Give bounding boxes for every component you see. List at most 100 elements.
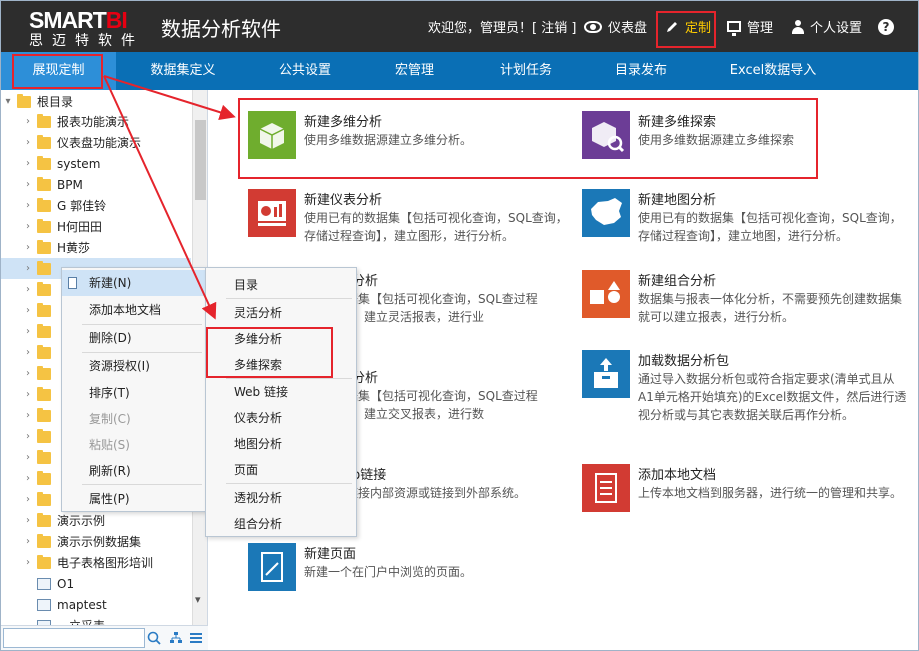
page-icon bbox=[248, 543, 296, 591]
dashboard-link[interactable]: 仪表盘 bbox=[584, 1, 647, 52]
tree-item[interactable]: › bbox=[23, 447, 57, 468]
tree-search-input[interactable] bbox=[3, 628, 145, 648]
tree-item-label: …立采表 bbox=[57, 617, 105, 625]
tree-item[interactable]: › 演示示例 bbox=[23, 510, 105, 531]
submenu-gauge[interactable]: 仪表分析 bbox=[206, 405, 356, 431]
submenu-directory[interactable]: 目录 bbox=[206, 272, 356, 298]
expand-icon: › bbox=[26, 221, 30, 232]
submenu-pivot[interactable]: 透视分析 bbox=[206, 485, 356, 511]
menu-properties[interactable]: 属性(P) bbox=[62, 486, 206, 512]
list-view-icon[interactable] bbox=[189, 631, 203, 645]
card-add-local-doc[interactable]: 添加本地文档 上传本地文档到服务器，进行统一的管理和共享。 bbox=[582, 464, 902, 519]
tab-excel-import[interactable]: Excel数据导入 bbox=[713, 52, 833, 90]
menu-add-local-doc[interactable]: 添加本地文档 bbox=[62, 297, 206, 323]
tree-root-label: 根目录 bbox=[37, 95, 74, 109]
submenu-map[interactable]: 地图分析 bbox=[206, 431, 356, 457]
tree-item[interactable]: › 电子表格图形培训 bbox=[23, 552, 153, 573]
card-new-olap[interactable]: 新建多维分析 使用多维数据源建立多维分析。 bbox=[248, 111, 568, 171]
card-new-page[interactable]: 新建页面 新建一个在门户中浏览的页面。 bbox=[248, 543, 568, 593]
tree-item[interactable]: › bbox=[23, 279, 57, 300]
folder-icon bbox=[37, 323, 51, 338]
card-new-combo[interactable]: 新建组合分析 数据集与报表一体化分析，不需要预先创建数据集就可以建立报表，进行分… bbox=[582, 270, 902, 324]
card-title: 新建多维分析 bbox=[304, 115, 383, 130]
menu-authorize[interactable]: 资源授权(I) bbox=[62, 353, 206, 379]
tab-macro[interactable]: 宏管理 bbox=[367, 52, 462, 90]
menu-sort[interactable]: 排序(T) bbox=[62, 380, 206, 406]
folder-icon bbox=[37, 386, 51, 401]
tree-item[interactable]: › bbox=[23, 321, 57, 342]
tree-item-label: 演示示例 bbox=[57, 514, 106, 528]
tab-catalog-publish[interactable]: 目录发布 bbox=[591, 52, 691, 90]
tab-public-settings[interactable]: 公共设置 bbox=[251, 52, 359, 90]
tree-item-label: BPM bbox=[57, 177, 83, 192]
card-load-package[interactable]: 加载数据分析包 通过导入数据分析包或符合指定要求(清单式且从A1单元格开始填充)… bbox=[582, 350, 906, 435]
tree-item[interactable]: › bbox=[23, 426, 57, 447]
tree-item[interactable]: › bbox=[23, 405, 57, 426]
tab-highlight bbox=[12, 54, 103, 89]
submenu-flex-analysis[interactable]: 灵活分析 bbox=[206, 300, 356, 326]
expand-icon: › bbox=[26, 263, 30, 274]
card-desc: 上传本地文档到服务器，进行统一的管理和共享。 bbox=[638, 486, 903, 500]
tree-item[interactable]: › system bbox=[23, 153, 100, 174]
logo-subtitle: 思迈特软件 bbox=[29, 33, 144, 49]
tree-item[interactable]: › bbox=[23, 489, 57, 510]
tree-item-map[interactable]: maptest bbox=[33, 594, 107, 615]
tab-schedule[interactable]: 计划任务 bbox=[476, 52, 576, 90]
folder-icon bbox=[37, 365, 51, 380]
eye-icon bbox=[584, 20, 602, 33]
tree-item[interactable]: › G 郭佳铃 bbox=[23, 195, 106, 216]
card-new-flex[interactable]: 分析 的数据集【包括可视化查询，SQL查过程查询】，建立灵活报表，进行业 bbox=[322, 270, 562, 324]
submenu-web-link[interactable]: Web 链接 bbox=[206, 379, 356, 405]
tree-item[interactable]: › bbox=[23, 363, 57, 384]
submenu-page[interactable]: 页面 bbox=[206, 457, 356, 483]
tree-structure-icon[interactable] bbox=[169, 631, 183, 645]
manage-label: 管理 bbox=[747, 21, 774, 36]
card-new-map[interactable]: 新建地图分析 使用已有的数据集【包括可视化查询，SQL查询，存储过程查询】，建立… bbox=[582, 189, 902, 243]
help-button[interactable]: ? bbox=[878, 1, 894, 52]
tree-item-report[interactable]: O1 bbox=[33, 573, 74, 594]
expand-icon: › bbox=[26, 410, 30, 421]
submenu-combo[interactable]: 组合分析 bbox=[206, 511, 356, 537]
menu-refresh[interactable]: 刷新(R) bbox=[62, 458, 206, 484]
scroll-thumb[interactable] bbox=[195, 120, 206, 200]
app-title: 数据分析软件 bbox=[161, 17, 281, 41]
chevron-down-icon[interactable]: ▾ bbox=[195, 593, 201, 606]
personal-settings-link[interactable]: 个人设置 bbox=[792, 1, 862, 52]
tree-item[interactable]: › bbox=[23, 342, 57, 363]
tree-root[interactable]: ▾ 根目录 bbox=[3, 91, 73, 112]
tree-item[interactable]: › bbox=[23, 300, 57, 321]
card-new-gauge[interactable]: 新建仪表分析 使用已有的数据集【包括可视化查询，SQL查询，存储过程查询】，建立… bbox=[248, 189, 568, 243]
card-new-web-link[interactable]: b链接 可链接内部资源或链接到外部系统。 bbox=[334, 464, 570, 504]
card-new-explore[interactable]: 新建多维探索 使用多维数据源建立多维探索 bbox=[582, 111, 902, 171]
card-desc: 使用多维数据源建立多维探索 bbox=[638, 133, 795, 147]
tree-item[interactable]: › 报表功能演示 bbox=[23, 111, 129, 132]
expand-icon: › bbox=[26, 515, 30, 526]
tree-item[interactable]: › 仪表盘功能演示 bbox=[23, 132, 141, 153]
menu-copy[interactable]: 复制(C) bbox=[62, 406, 206, 432]
card-new-cross[interactable]: 分析 的数据集【包括可视化查询，SQL查过程查询】，建立交叉报表，进行数 bbox=[322, 367, 562, 421]
logo-text-b: BI bbox=[105, 7, 128, 33]
tree-item[interactable]: › bbox=[23, 384, 57, 405]
top-header: SMARTBI 思迈特软件 数据分析软件 欢迎您，管理员！[ 注销 ] 仪表盘 … bbox=[1, 1, 918, 52]
manage-link[interactable]: 管理 bbox=[727, 1, 773, 52]
tree-item[interactable]: › H何田田 bbox=[23, 216, 102, 237]
tree-item[interactable]: › BPM bbox=[23, 174, 83, 195]
search-icon[interactable] bbox=[147, 631, 161, 645]
main-nav: 展现定制 数据集定义 公共设置 宏管理 计划任务 目录发布 Excel数据导入 bbox=[1, 52, 918, 90]
menu-delete[interactable]: 删除(D) bbox=[62, 325, 206, 351]
tree-item-label: 报表功能演示 bbox=[57, 115, 130, 129]
expand-icon: › bbox=[26, 557, 30, 568]
tree-search-bar bbox=[1, 625, 208, 650]
tree-item[interactable]: › H黄莎 bbox=[23, 237, 90, 258]
tree-item[interactable]: › 演示示例数据集 bbox=[23, 531, 141, 552]
welcome-text[interactable]: 欢迎您，管理员！[ 注销 ] bbox=[428, 1, 576, 52]
folder-icon bbox=[37, 302, 51, 317]
folder-icon bbox=[37, 239, 51, 254]
tree-item-partial[interactable]: …立采表 bbox=[33, 615, 105, 625]
menu-new[interactable]: 新建(N) bbox=[62, 270, 206, 296]
menu-separator bbox=[226, 298, 352, 299]
menu-paste[interactable]: 粘贴(S) bbox=[62, 432, 206, 458]
tree-item[interactable]: › bbox=[23, 468, 57, 489]
folder-icon bbox=[37, 512, 51, 527]
tab-dataset-define[interactable]: 数据集定义 bbox=[129, 52, 237, 90]
